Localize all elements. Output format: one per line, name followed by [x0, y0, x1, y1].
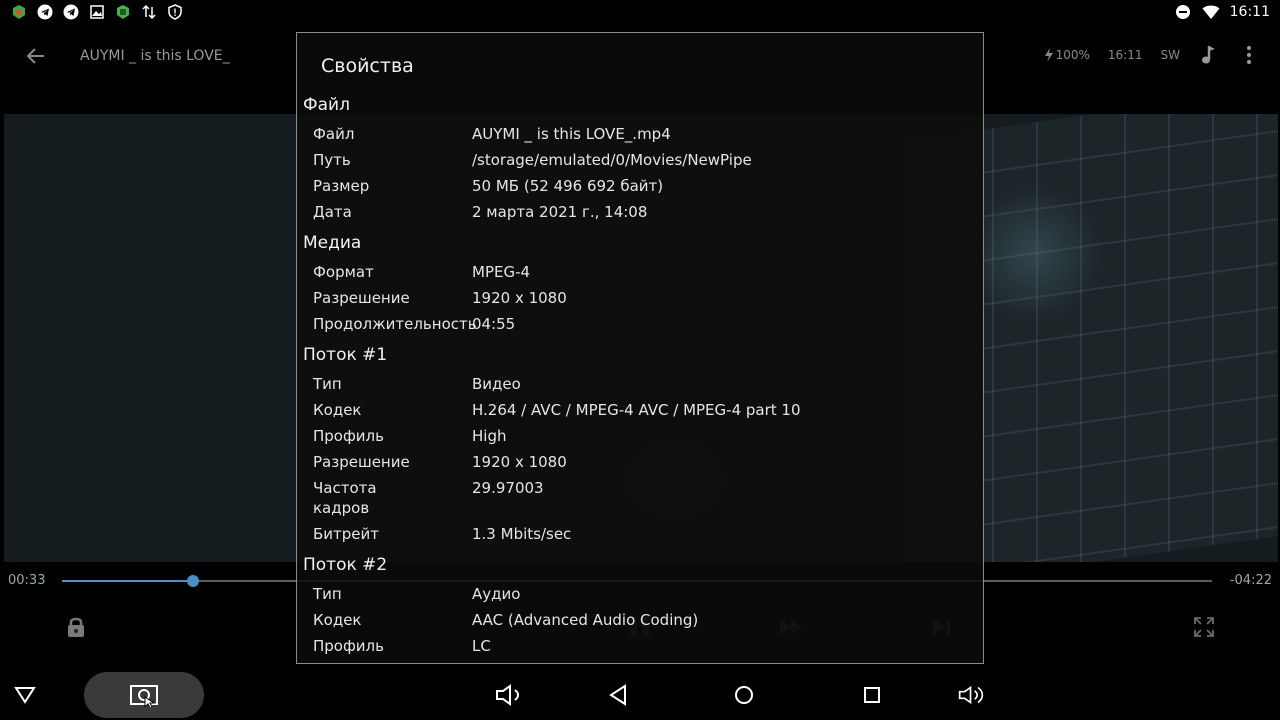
more-vert-icon[interactable] [1238, 44, 1260, 66]
property-key: Битрейт [313, 525, 380, 543]
property-value: AAC (Advanced Audio Coding) [472, 611, 699, 629]
dialog-title: Свойства [321, 55, 414, 77]
game-icon [114, 3, 132, 21]
property-value: 04:55 [472, 315, 516, 333]
property-key: Тип [313, 375, 342, 393]
battery-indicator: 100% [1044, 48, 1090, 62]
property-row: Тип Видео [303, 371, 973, 397]
property-key: Формат [313, 263, 374, 281]
property-value: 2 марта 2021 г., 14:08 [472, 203, 648, 221]
section-header-file: Файл [303, 95, 350, 115]
property-row: Кодек AAC (Advanced Audio Coding) [303, 607, 973, 633]
property-row: Битрейт 1.3 Mbits/sec [303, 521, 973, 547]
property-value: 50 МБ (52 496 692 байт) [472, 177, 664, 195]
property-key: Разрешение [313, 289, 410, 307]
shield-icon [166, 3, 184, 21]
app-icon [10, 3, 28, 21]
property-key-text: Частота кадров [313, 479, 377, 517]
image-icon [88, 3, 106, 21]
player-clock: 16:11 [1107, 48, 1143, 62]
property-row: Частота кадров 29.97003 [303, 475, 973, 521]
lock-icon[interactable] [63, 614, 89, 640]
property-key: Разрешение [313, 453, 410, 471]
property-row: Разрешение 1920 x 1080 [303, 449, 973, 475]
property-key: Профиль [313, 427, 384, 445]
property-row: Профиль LC [303, 633, 973, 659]
properties-dialog: Свойства Файл Файл AUYMI _ is this LOVE_.… [296, 32, 984, 664]
properties-list[interactable]: Файл Файл AUYMI _ is this LOVE_.mp4 Путь /… [303, 87, 973, 659]
section-header-media: Медиа [303, 233, 362, 253]
status-bar: 16:11 [0, 0, 1280, 26]
home-circle-icon[interactable] [729, 682, 759, 708]
property-key: Тип [313, 585, 342, 603]
status-right: 16:11 [1174, 3, 1270, 21]
battery-level: 100% [1055, 48, 1090, 62]
wifi-icon [1202, 3, 1220, 21]
property-key: Кодек [313, 611, 362, 629]
decoder-mode-button[interactable]: SW [1161, 48, 1180, 62]
current-time: 00:33 [8, 573, 46, 588]
property-row: Тип Аудио [303, 581, 973, 607]
volume-up-icon[interactable] [958, 682, 988, 708]
property-key: Размер [313, 177, 370, 195]
section-header-stream-1: Поток #1 [303, 345, 388, 365]
property-key: Файл [313, 125, 355, 143]
property-value: LC [472, 637, 491, 655]
property-value: 29.97003 [472, 479, 544, 497]
seek-thumb[interactable] [187, 575, 200, 587]
property-value: Аудио [472, 585, 521, 603]
back-triangle-icon[interactable] [603, 682, 633, 708]
screenshot-icon[interactable] [129, 682, 159, 708]
property-row: Продолжительность 04:55 [303, 311, 973, 337]
property-key: Путь [313, 151, 351, 169]
property-key: Профиль [313, 637, 384, 655]
fullscreen-icon[interactable] [1191, 614, 1217, 640]
top-right-info: 100% 16:11 SW [1044, 44, 1260, 66]
property-key: Частота кадров [313, 478, 472, 518]
property-value: /storage/emulated/0/Movies/NewPipe [472, 151, 752, 169]
video-highlight-decor [964, 174, 1104, 334]
property-row: Профиль High [303, 423, 973, 449]
hide-nav-icon[interactable] [10, 682, 40, 708]
section-header-stream-2: Поток #2 [303, 555, 388, 575]
property-value: 1920 x 1080 [472, 453, 567, 471]
property-row: Дата 2 марта 2021 г., 14:08 [303, 199, 973, 225]
property-key: Дата [313, 203, 352, 221]
do-not-disturb-icon [1174, 3, 1192, 21]
property-row: Разрешение 1920 x 1080 [303, 285, 973, 311]
property-row: Размер 50 МБ (52 496 692 байт) [303, 173, 973, 199]
property-value: MPEG-4 [472, 263, 531, 281]
charging-bolt-icon [1044, 48, 1053, 62]
property-row: Путь/storage/emulated/0/Movies/NewPipe [303, 147, 973, 173]
property-key: Кодек [313, 401, 362, 419]
property-value: High [472, 427, 507, 445]
property-row: Файл AUYMI _ is this LOVE_.mp4 [303, 121, 973, 147]
volume-down-icon[interactable] [495, 682, 525, 708]
property-value: 1.3 Mbits/sec [472, 525, 572, 543]
property-value: Видео [472, 375, 521, 393]
music-note-icon[interactable] [1198, 44, 1220, 66]
data-transfer-icon [140, 3, 158, 21]
property-value: 1920 x 1080 [472, 289, 567, 307]
property-key: Продолжительность [313, 315, 477, 333]
system-nav-bar [0, 670, 1280, 720]
back-arrow-icon[interactable] [24, 44, 48, 68]
telegram-icon [36, 3, 54, 21]
telegram-icon [62, 3, 80, 21]
remaining-time: -04:22 [1229, 573, 1272, 588]
seek-progress [62, 580, 194, 582]
property-row: Кодек H.264 / AVC / MPEG-4 AVC / MPEG-4 p… [303, 397, 973, 423]
property-value: H.264 / AVC / MPEG-4 AVC / MPEG-4 part 1… [472, 401, 801, 419]
property-row: Формат MPEG-4 [303, 259, 973, 285]
property-value: AUYMI _ is this LOVE_.mp4 [472, 125, 671, 143]
video-title: AUYMI _ is this LOVE_ [80, 48, 230, 64]
notification-icons [10, 3, 184, 21]
recents-square-icon[interactable] [857, 682, 887, 708]
status-time: 16:11 [1229, 4, 1270, 20]
